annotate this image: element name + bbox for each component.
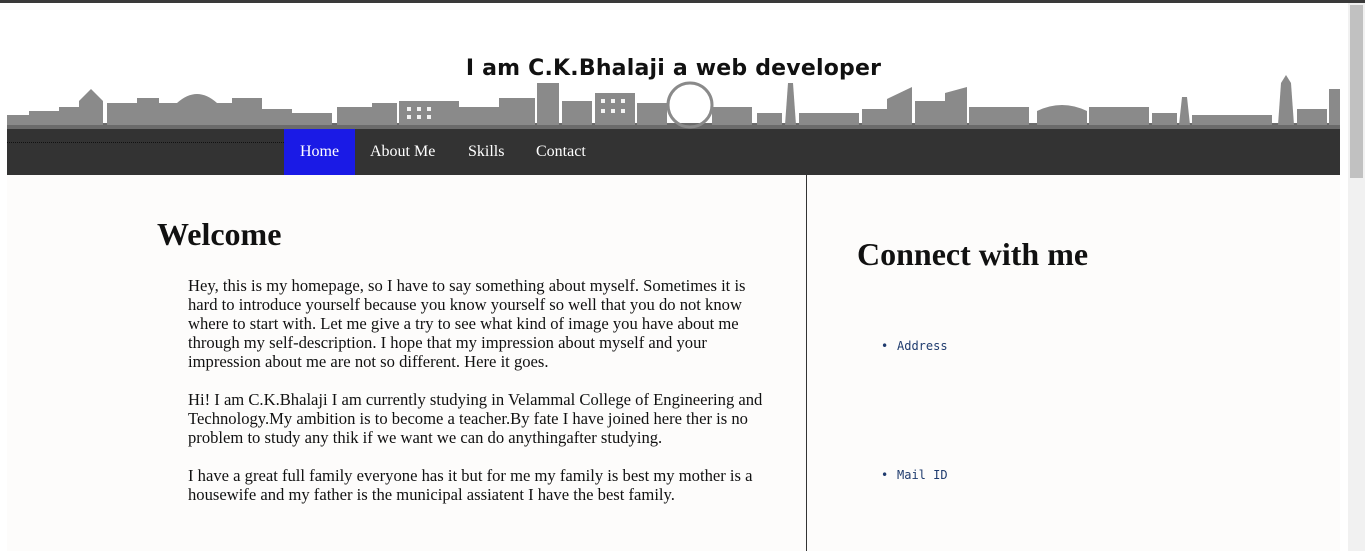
nav-divider-line: [7, 142, 284, 143]
nav-item-contact[interactable]: Contact: [520, 129, 602, 175]
about-paragraph: Hi! I am C.K.Bhalaji I am currently stud…: [188, 390, 763, 447]
sidebar-panel: [807, 175, 1340, 551]
scrollbar-thumb[interactable]: [1350, 5, 1363, 178]
vertical-scrollbar[interactable]: [1348, 3, 1365, 551]
site-header: I am C.K.Bhalaji a web developer: [7, 3, 1340, 129]
contact-item-label: Mail ID: [897, 468, 948, 482]
nav-item-about-me[interactable]: About Me: [354, 129, 451, 175]
nav-item-home[interactable]: Home: [284, 129, 356, 175]
contact-item-mail-id[interactable]: • Mail ID: [881, 468, 948, 482]
page-margin: [1340, 3, 1348, 551]
intro-paragraph: Hey, this is my homepage, so I have to s…: [188, 276, 746, 371]
bullet-icon: •: [881, 339, 889, 353]
family-paragraph: I have a great full family everyone has …: [188, 466, 753, 504]
contact-item-address[interactable]: • Address: [881, 339, 948, 353]
nav-item-skills[interactable]: Skills: [452, 129, 520, 175]
welcome-heading: Welcome: [157, 216, 282, 252]
main-navbar: Home About Me Skills Contact: [7, 129, 1340, 175]
connect-heading: Connect with me: [857, 236, 1089, 272]
bullet-icon: •: [881, 468, 889, 482]
contact-item-label: Address: [897, 339, 948, 353]
site-title: I am C.K.Bhalaji a web developer: [465, 56, 882, 81]
